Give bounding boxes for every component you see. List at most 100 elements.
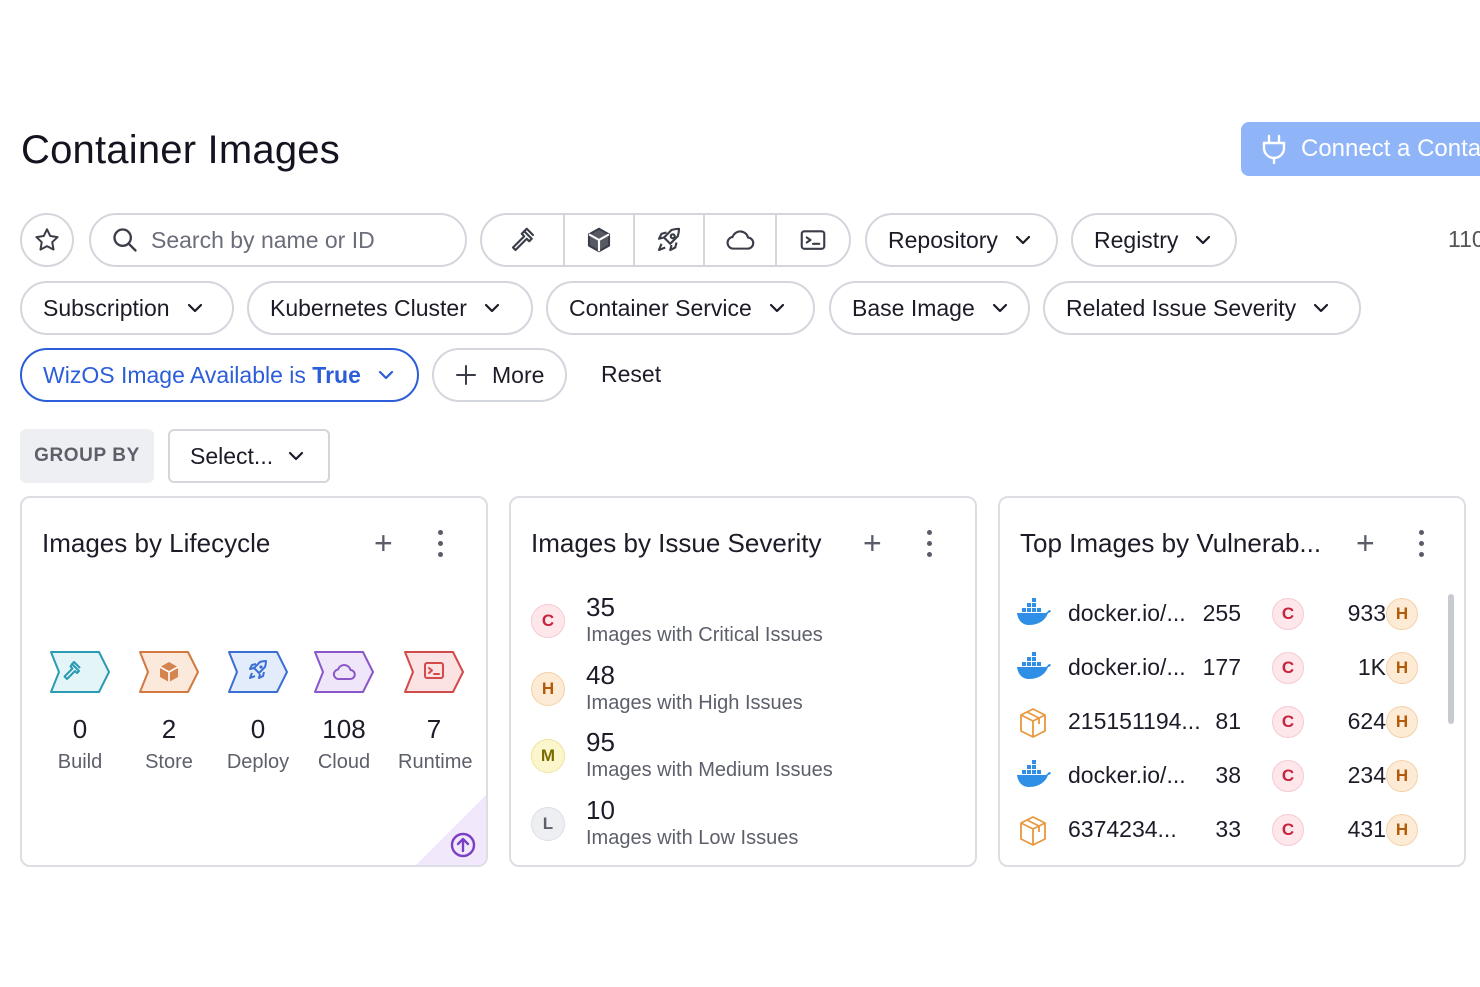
top-images-by-vulnerabilities-card: Top Images by Vulnerab... + docker.io/..… — [998, 496, 1466, 867]
severity-description: Images with Medium Issues — [586, 759, 833, 781]
related-issue-severity-filter-label: Related Issue Severity — [1066, 294, 1297, 321]
chevron-down-icon — [1314, 303, 1329, 313]
lifecycle-name: Build — [57, 751, 103, 773]
severity-count: 48 — [586, 660, 615, 690]
docker-icon-wrapper — [1016, 652, 1052, 687]
related-issue-severity-filter[interactable]: Related Issue Severity — [1043, 281, 1361, 335]
critical-badge: C — [1272, 814, 1304, 846]
cloud-icon — [314, 651, 374, 693]
terminal-icon — [800, 230, 826, 250]
filter-build[interactable] — [482, 215, 565, 265]
critical-badge: C — [1272, 760, 1304, 792]
lifecycle-count: 108 — [322, 714, 366, 744]
kubernetes-cluster-filter[interactable]: Kubernetes Cluster — [247, 281, 533, 335]
critical-count: 81 — [1215, 708, 1241, 734]
images-by-lifecycle-card: Images by Lifecycle + 0 Build 2 Store 0 … — [20, 496, 488, 867]
filter-runtime[interactable] — [777, 215, 849, 265]
image-name: 215151194... — [1068, 708, 1201, 734]
connect-container-registry-button[interactable]: Connect a Conta — [1241, 122, 1480, 176]
lifecycle-stage-store[interactable]: 2 Store — [133, 648, 205, 774]
registry-filter-label: Registry — [1094, 226, 1179, 253]
add-widget-icon[interactable]: + — [863, 527, 882, 559]
repository-filter-label: Repository — [888, 226, 998, 253]
hammer-icon — [511, 227, 534, 252]
favorite-button[interactable] — [20, 213, 74, 267]
lifecycle-count: 0 — [250, 714, 266, 744]
active-filter-value: True — [312, 361, 361, 388]
hammer-icon — [50, 651, 110, 693]
add-widget-icon[interactable]: + — [1356, 527, 1375, 559]
subscription-filter-label: Subscription — [43, 294, 170, 321]
vulnerable-image-row[interactable]: docker.io/... 177 C 1K H — [1016, 648, 1426, 688]
vulnerable-image-row[interactable]: 215151194... 81 C 624 H — [1016, 702, 1426, 742]
group-by-label: GROUP BY — [20, 429, 154, 483]
more-options-icon[interactable] — [925, 530, 933, 557]
more-options-icon[interactable] — [436, 530, 444, 557]
cloud-icon — [726, 230, 755, 250]
page-title: Container Images — [21, 128, 340, 172]
card-title: Images by Issue Severity — [531, 528, 822, 558]
vulnerable-image-row[interactable]: 6374234... 33 C 431 H — [1016, 810, 1426, 850]
container-service-filter[interactable]: Container Service — [546, 281, 815, 335]
card-title: Top Images by Vulnerab... — [1020, 528, 1322, 558]
image-name: docker.io/... — [1068, 762, 1186, 788]
docker-icon — [1017, 652, 1051, 679]
search-input[interactable] — [151, 226, 451, 254]
lifecycle-stage-deploy[interactable]: 0 Deploy — [222, 648, 294, 774]
chevron-down-icon — [484, 303, 499, 313]
vulnerable-image-row[interactable]: docker.io/... 255 C 933 H — [1016, 594, 1426, 634]
wizos-image-available-filter[interactable]: WizOS Image Available is True — [20, 348, 419, 402]
group-by-select[interactable]: Select... — [168, 429, 330, 483]
critical-badge: C — [1272, 598, 1304, 630]
lifecycle-stage-cloud[interactable]: 108 Cloud — [308, 648, 380, 774]
rocket-icon — [228, 651, 288, 693]
box-icon — [587, 227, 611, 253]
severity-badge: C — [531, 604, 565, 638]
search-icon — [113, 228, 137, 252]
critical-badge: C — [1272, 706, 1304, 738]
images-by-issue-severity-card: Images by Issue Severity + C 35 Images w… — [509, 496, 977, 867]
repository-filter[interactable]: Repository — [865, 213, 1058, 267]
upgrade-corner-icon[interactable] — [416, 795, 486, 865]
lifecycle-count: 0 — [72, 714, 88, 744]
base-image-filter[interactable]: Base Image — [829, 281, 1030, 335]
severity-badge: H — [531, 672, 565, 706]
scrollbar[interactable] — [1448, 594, 1454, 724]
package-icon-wrapper — [1016, 706, 1050, 745]
more-filters-button[interactable]: More — [432, 348, 567, 402]
base-image-filter-label: Base Image — [852, 294, 975, 321]
filter-store[interactable] — [565, 215, 635, 265]
package-icon — [1020, 708, 1046, 738]
lifecycle-stage-build[interactable]: 0 Build — [44, 648, 116, 774]
search-box[interactable] — [89, 213, 467, 267]
add-widget-icon[interactable]: + — [374, 527, 393, 559]
connect-button-label: Connect a Conta — [1301, 135, 1480, 162]
registry-filter[interactable]: Registry — [1071, 213, 1237, 267]
high-count: 624 — [1347, 708, 1386, 734]
group-by-select-value: Select... — [190, 442, 274, 469]
package-icon-wrapper — [1016, 814, 1050, 853]
reset-button[interactable]: Reset — [601, 361, 661, 388]
lifecycle-stage-runtime[interactable]: 7 Runtime — [398, 648, 472, 774]
chevron-down-icon — [1196, 235, 1211, 245]
docker-icon — [1017, 760, 1051, 787]
high-badge: H — [1386, 760, 1418, 792]
card-title: Images by Lifecycle — [42, 528, 271, 558]
severity-description: Images with High Issues — [586, 692, 803, 714]
results-count: 110 — [1448, 226, 1480, 252]
chevron-down-icon — [992, 303, 1007, 313]
chevron-down-icon — [187, 303, 202, 313]
filter-cloud[interactable] — [705, 215, 777, 265]
more-options-icon[interactable] — [1417, 530, 1425, 557]
subscription-filter[interactable]: Subscription — [20, 281, 234, 335]
critical-count: 255 — [1202, 600, 1241, 626]
filter-deploy[interactable] — [635, 215, 705, 265]
image-name: docker.io/... — [1068, 654, 1186, 680]
vulnerable-image-row[interactable]: docker.io/... 38 C 234 H — [1016, 756, 1426, 796]
severity-badge: L — [531, 807, 565, 841]
severity-count: 95 — [586, 727, 615, 757]
lifecycle-name: Store — [145, 751, 193, 773]
star-icon — [35, 228, 59, 251]
plus-icon — [456, 365, 476, 385]
chevron-down-icon — [289, 451, 304, 461]
